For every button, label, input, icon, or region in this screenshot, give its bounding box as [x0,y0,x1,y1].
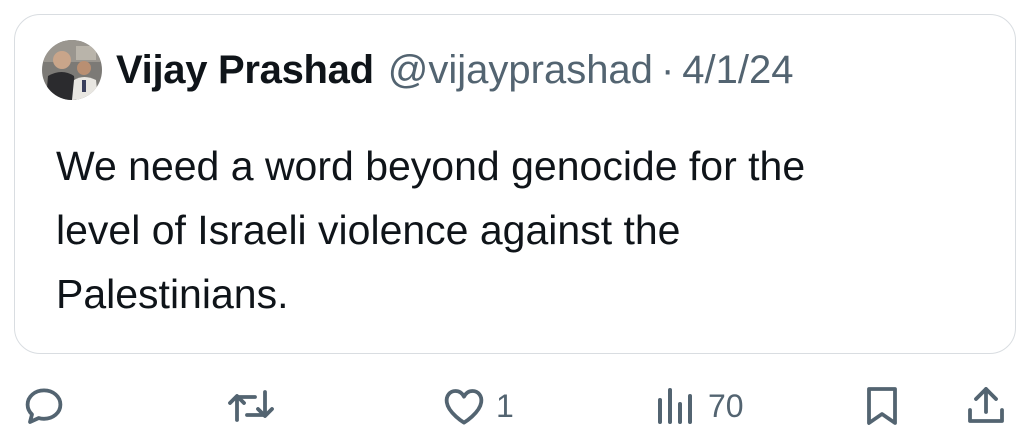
retweet-button[interactable] [225,382,277,430]
author-name[interactable]: Vijay Prashad [116,48,374,93]
like-count: 1 [496,387,514,424]
views-button[interactable]: 70 [652,382,744,430]
dot-separator: · [660,47,675,92]
tweet-view: Vijay Prashad @vijayprashad · 4/1/24 We … [0,0,1032,444]
action-bar: 1 70 [0,376,1032,436]
heart-icon [440,382,488,430]
quoted-tweet-header: Vijay Prashad @vijayprashad · 4/1/24 [42,40,793,100]
share-icon [962,382,1010,430]
bookmark-button[interactable] [858,382,906,430]
retweet-icon [225,382,277,430]
share-button[interactable] [962,382,1010,430]
tweet-date[interactable]: 4/1/24 [682,48,793,93]
avatar[interactable] [42,40,102,100]
quoted-tweet-text: We need a word beyond genocide for the l… [56,143,806,317]
views-count: 70 [708,387,744,424]
reply-button[interactable] [20,382,68,430]
bookmark-icon [858,382,906,430]
views-chart-icon [652,382,700,430]
reply-icon [20,382,68,430]
like-button[interactable]: 1 [440,382,514,430]
author-handle[interactable]: @vijayprashad [388,48,653,93]
